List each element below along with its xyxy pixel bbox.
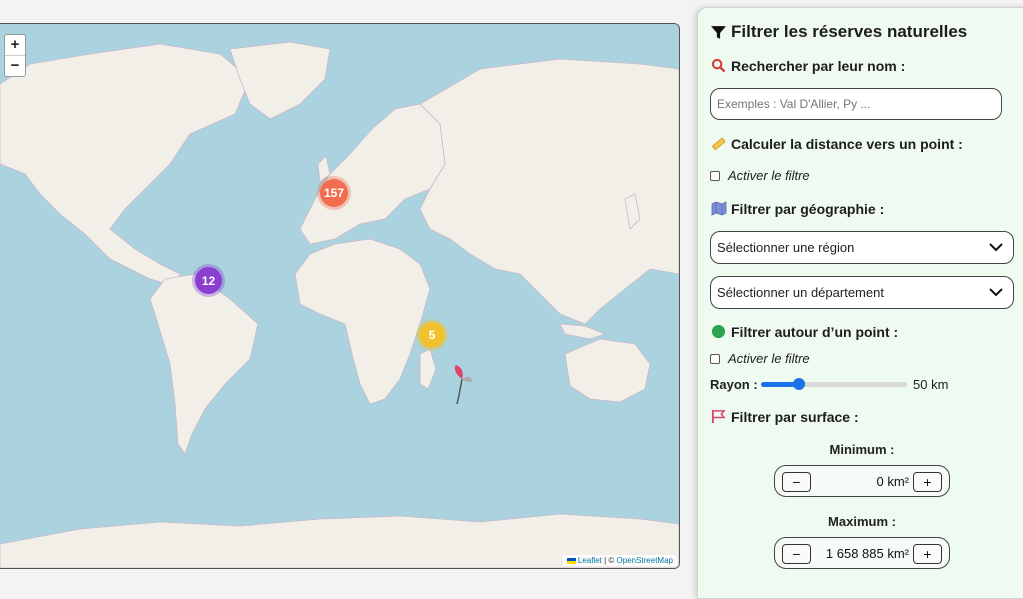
leaflet-link[interactable]: Leaflet (578, 556, 602, 565)
region-select[interactable]: Sélectionner une région (710, 231, 1014, 264)
surface-max-stepper[interactable]: − 1 658 885 km² + (774, 537, 950, 569)
cluster-marker[interactable]: 157 (320, 179, 348, 207)
cluster-marker[interactable]: 5 (419, 322, 445, 348)
filter-icon (710, 24, 727, 41)
map-attribution: Leaflet | © OpenStreetMap (562, 555, 677, 566)
search-input[interactable] (710, 88, 1002, 120)
map-view[interactable]: + − 157 12 5 Leaflet | © OpenStreetMap (0, 23, 680, 569)
radius-value: 50 km (913, 377, 949, 392)
cluster-count: 5 (428, 328, 436, 342)
zoom-out-button[interactable]: − (5, 55, 25, 76)
around-point-section-header: Filtrer autour d’un point : (710, 323, 898, 340)
surface-min-decrement-button[interactable]: − (782, 472, 811, 492)
department-select-value: Sélectionner un département (717, 285, 884, 300)
flag-icon (710, 408, 727, 425)
cluster-count: 157 (323, 186, 345, 200)
surface-min-value[interactable]: 0 km² (877, 474, 910, 489)
search-label: Rechercher par leur nom : (731, 57, 906, 74)
distance-section-header: Calculer la distance vers un point : (710, 135, 963, 152)
radius-slider-thumb[interactable] (792, 378, 805, 390)
search-section-header: Rechercher par leur nom : (710, 57, 905, 74)
openstreetmap-link[interactable]: OpenStreetMap (617, 556, 673, 565)
distance-filter-label: Activer le filtre (728, 168, 810, 183)
ruler-icon (710, 135, 727, 152)
distance-filter-toggle[interactable]: Activer le filtre (710, 168, 810, 183)
surface-max-increment-button[interactable]: + (913, 544, 942, 564)
surface-max-value[interactable]: 1 658 885 km² (826, 546, 909, 561)
search-icon (710, 57, 727, 74)
surface-min-label: Minimum : (829, 442, 895, 457)
surface-label: Filtrer par surface : (731, 408, 859, 425)
chevron-down-icon (989, 285, 1003, 300)
zoom-in-button[interactable]: + (5, 35, 25, 55)
green-circle-icon (710, 323, 727, 340)
panel-title: Filtrer les réserves naturelles (731, 22, 968, 41)
cluster-count: 12 (201, 273, 216, 288)
surface-min-increment-button[interactable]: + (913, 472, 942, 492)
department-select[interactable]: Sélectionner un département (710, 276, 1014, 309)
surface-min-stepper[interactable]: − 0 km² + (774, 465, 950, 497)
surface-section-header: Filtrer par surface : (710, 408, 859, 425)
filter-panel: Filtrer les réserves naturelles Recherch… (697, 7, 1023, 599)
map-icon (710, 200, 727, 217)
around-point-filter-label: Activer le filtre (728, 351, 810, 366)
radius-slider[interactable] (761, 378, 907, 390)
around-point-filter-toggle[interactable]: Activer le filtre (710, 351, 810, 366)
distance-filter-checkbox[interactable] (710, 170, 720, 181)
around-point-label: Filtrer autour d’un point : (731, 323, 899, 340)
radius-label: Rayon : (710, 377, 758, 392)
world-map-tiles[interactable] (0, 24, 679, 568)
region-select-value: Sélectionner une région (717, 240, 855, 255)
cluster-marker[interactable]: 12 (195, 267, 222, 294)
panel-header: Filtrer les réserves naturelles (710, 22, 967, 42)
surface-max-label: Maximum : (828, 514, 896, 529)
surface-max-decrement-button[interactable]: − (782, 544, 811, 564)
geography-section-header: Filtrer par géographie : (710, 200, 884, 217)
chevron-down-icon (989, 240, 1003, 255)
ukraine-flag-icon (566, 557, 576, 564)
geography-label: Filtrer par géographie : (731, 200, 885, 217)
distance-label: Calculer la distance vers un point : (731, 135, 963, 152)
zoom-control: + − (4, 34, 26, 77)
around-point-filter-checkbox[interactable] (710, 353, 720, 364)
